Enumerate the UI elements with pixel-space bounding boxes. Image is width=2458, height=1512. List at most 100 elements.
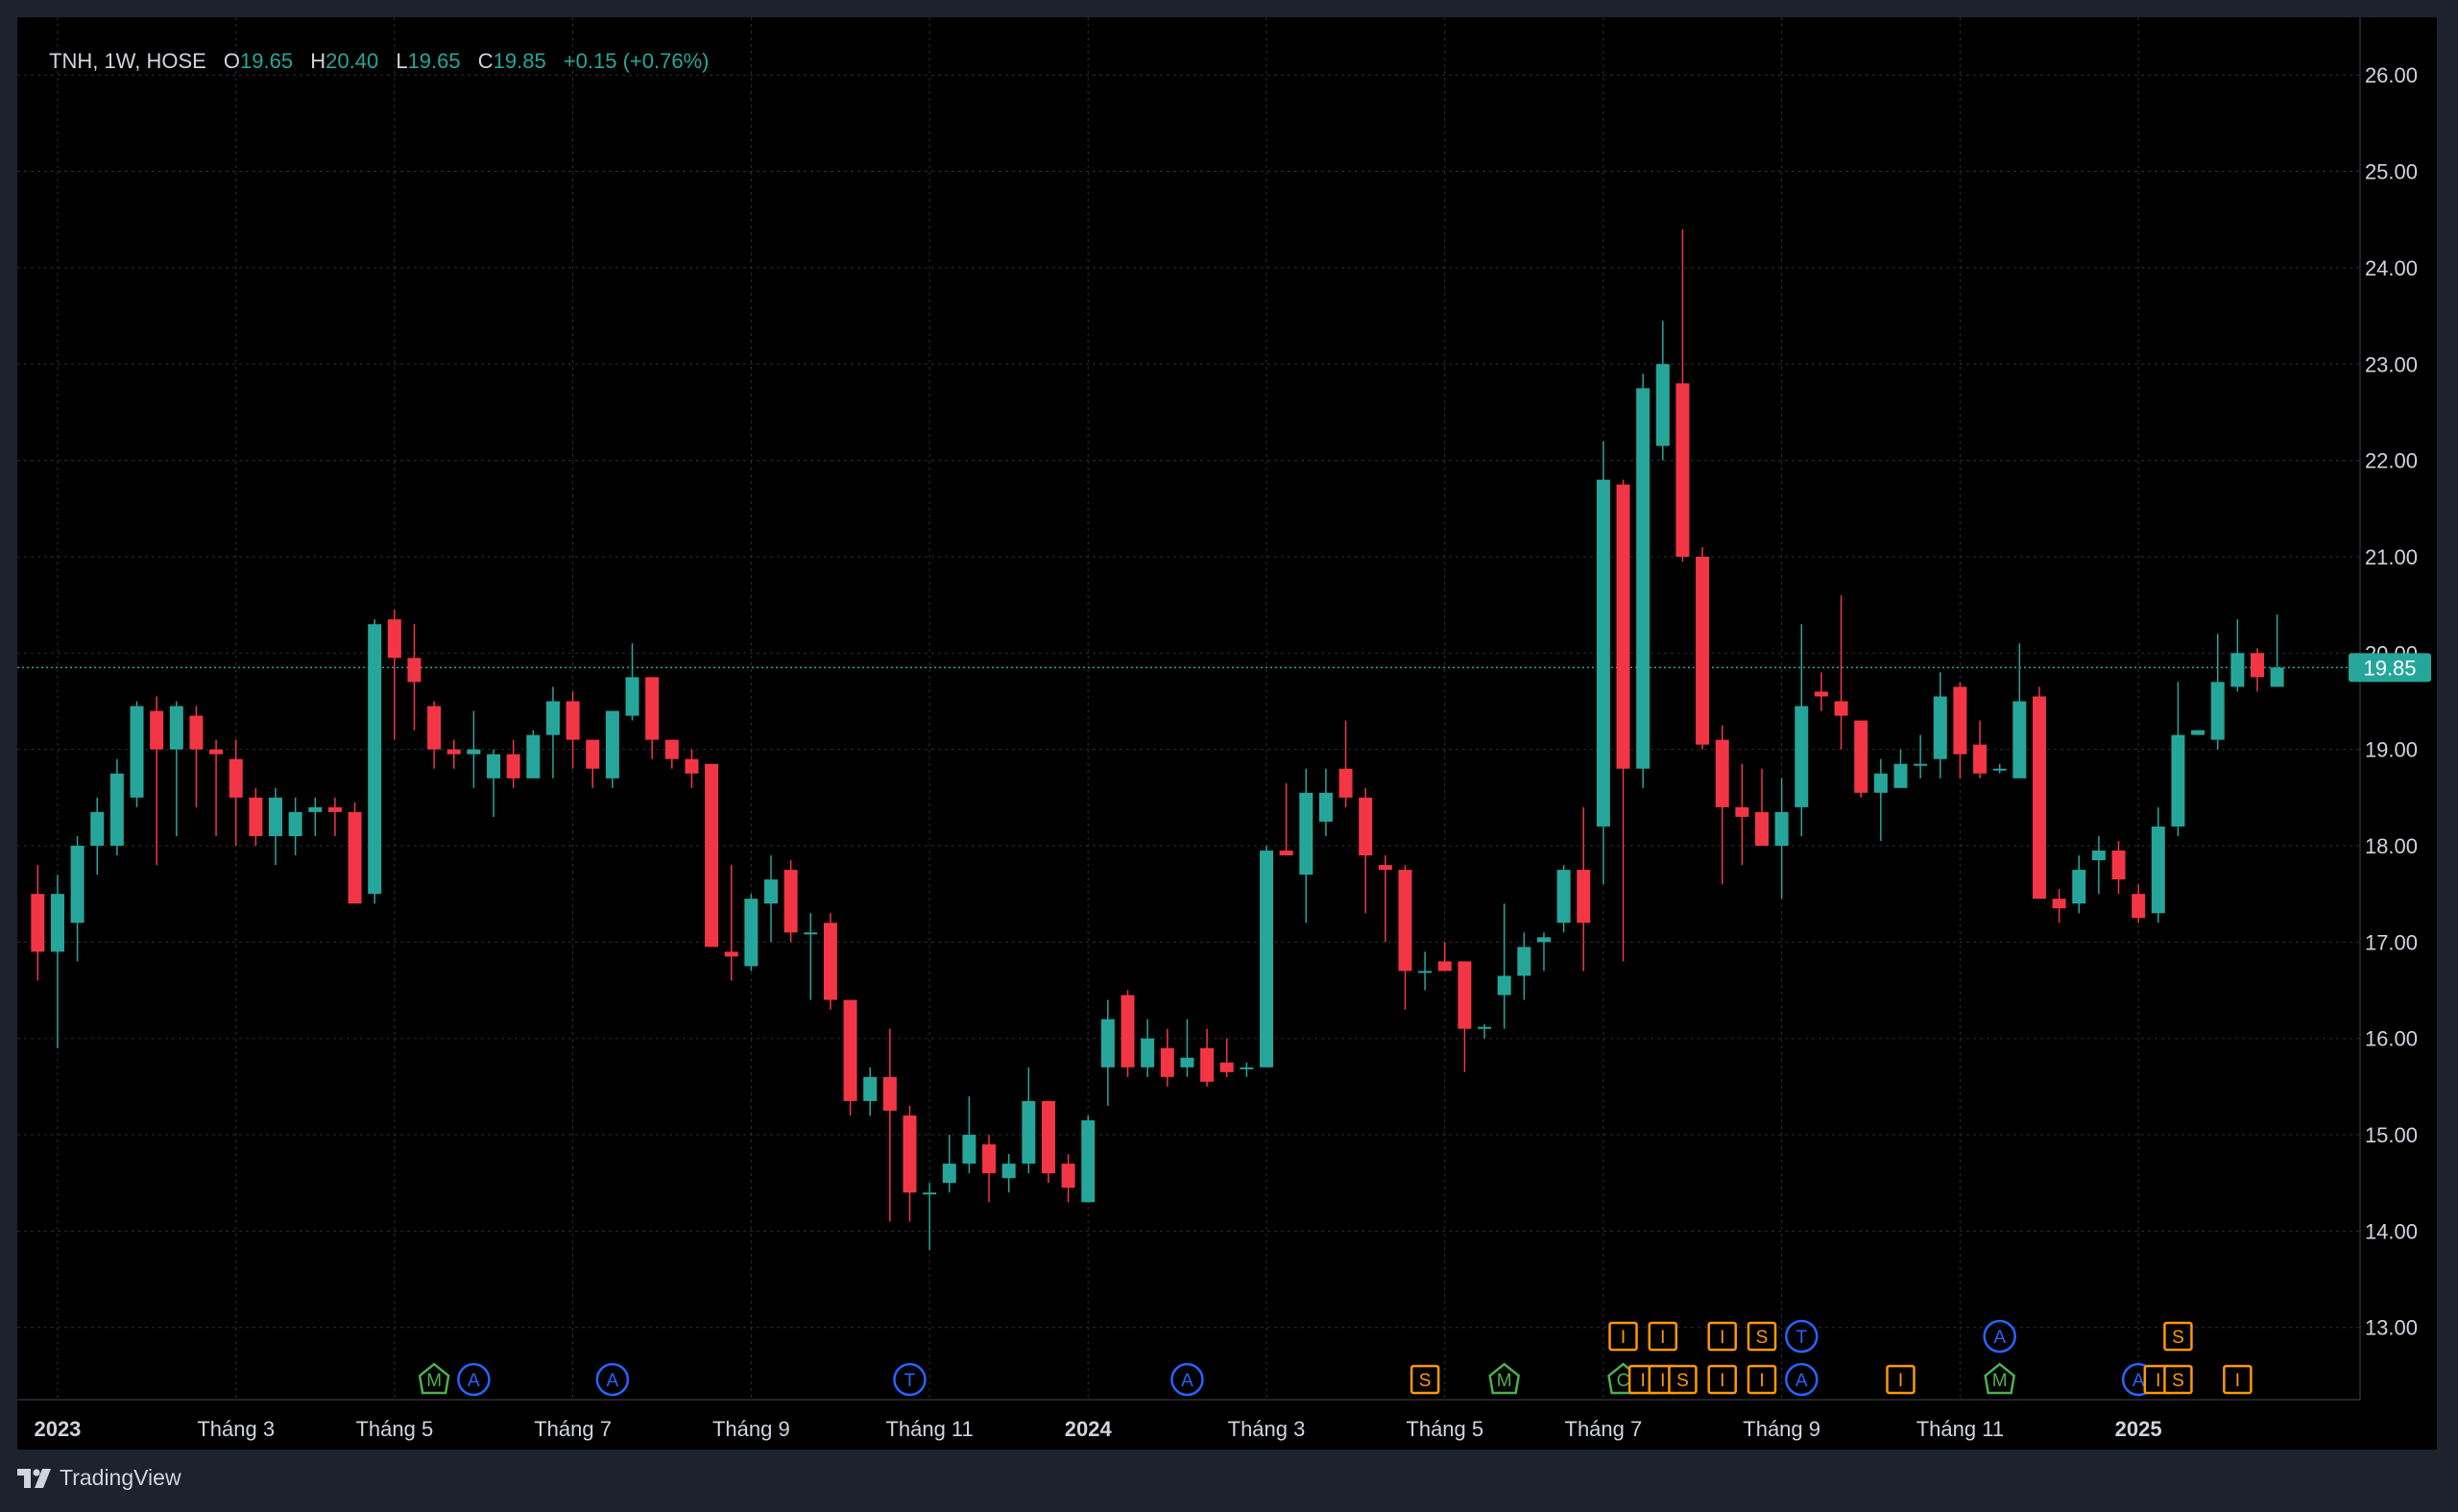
event-marker-a[interactable]: A: [595, 1362, 630, 1397]
candle[interactable]: [566, 691, 580, 769]
candle[interactable]: [545, 686, 560, 779]
candle[interactable]: [664, 739, 679, 769]
candle[interactable]: [308, 797, 323, 836]
candle[interactable]: [1577, 806, 1591, 972]
candle[interactable]: [843, 999, 857, 1116]
candle[interactable]: [1517, 932, 1531, 1000]
event-marker-s[interactable]: S: [1668, 1364, 1698, 1395]
event-marker-a[interactable]: A: [1785, 1362, 1819, 1397]
candle[interactable]: [189, 706, 204, 807]
event-marker-t[interactable]: T: [1785, 1319, 1819, 1354]
candle[interactable]: [1596, 441, 1610, 885]
candle[interactable]: [2210, 634, 2225, 750]
candle[interactable]: [1696, 546, 1710, 750]
candle[interactable]: [407, 624, 422, 731]
candle[interactable]: [70, 835, 84, 962]
candle[interactable]: [487, 749, 501, 817]
candle[interactable]: [1715, 725, 1729, 885]
candle[interactable]: [109, 758, 124, 856]
candle[interactable]: [467, 710, 481, 788]
candle[interactable]: [2111, 840, 2126, 895]
candle[interactable]: [2132, 884, 2146, 924]
event-marker-i[interactable]: I: [2223, 1364, 2253, 1395]
candle[interactable]: [2191, 730, 2205, 735]
candle[interactable]: [1458, 961, 1472, 1072]
candle[interactable]: [1398, 865, 1412, 1010]
candle[interactable]: [327, 797, 342, 836]
candle[interactable]: [783, 860, 798, 943]
candle[interactable]: [526, 730, 541, 779]
candle[interactable]: [1536, 932, 1551, 972]
candle[interactable]: [645, 677, 660, 759]
candlestick-chart[interactable]: M A A T A S M C I I S I I A I M A I S II I I S T A S 13.0014.0015…: [17, 17, 2437, 1450]
event-marker-a[interactable]: A: [1170, 1362, 1204, 1397]
candle[interactable]: [446, 739, 461, 769]
event-marker-i[interactable]: I: [1648, 1321, 1678, 1352]
candle[interactable]: [2230, 619, 2245, 692]
candle[interactable]: [1735, 763, 1749, 866]
candle[interactable]: [705, 763, 719, 948]
event-marker-m[interactable]: M: [1984, 1362, 2016, 1395]
candle[interactable]: [625, 643, 639, 721]
candle[interactable]: [288, 797, 302, 856]
candle[interactable]: [90, 797, 105, 876]
candle[interactable]: [724, 865, 738, 981]
candle[interactable]: [1834, 595, 1848, 750]
event-marker-s[interactable]: S: [1410, 1364, 1440, 1395]
candle[interactable]: [229, 739, 243, 846]
candle[interactable]: [1914, 734, 1928, 779]
event-marker-a[interactable]: A: [457, 1362, 491, 1397]
event-marker-m[interactable]: M: [1488, 1362, 1521, 1395]
candle[interactable]: [2052, 889, 2066, 924]
candle[interactable]: [2012, 643, 2027, 779]
candle[interactable]: [1141, 1019, 1155, 1077]
tradingview-branding[interactable]: TradingView: [17, 1465, 181, 1491]
candle[interactable]: [2251, 648, 2264, 692]
candle[interactable]: [1992, 763, 2007, 774]
candle[interactable]: [605, 710, 619, 788]
candle[interactable]: [1616, 479, 1630, 962]
candle[interactable]: [1240, 1062, 1254, 1077]
candle[interactable]: [1795, 624, 1809, 836]
event-marker-i[interactable]: I: [1886, 1364, 1916, 1395]
event-marker-i[interactable]: I: [1707, 1321, 1737, 1352]
candle[interactable]: [1636, 373, 1651, 788]
event-marker-t[interactable]: T: [893, 1362, 927, 1397]
candle[interactable]: [823, 913, 837, 1010]
candle[interactable]: [923, 1183, 937, 1251]
event-marker-a[interactable]: A: [1983, 1319, 2016, 1354]
candle[interactable]: [2171, 682, 2185, 836]
candle[interactable]: [2151, 806, 2165, 924]
candle[interactable]: [1022, 1067, 1036, 1174]
event-marker-s[interactable]: S: [2163, 1364, 2193, 1395]
candle[interactable]: [1200, 1028, 1215, 1087]
candle[interactable]: [942, 1135, 956, 1193]
chart-panel[interactable]: MAATASMCIISIIAIMAISIIIISTAS 13.00 14.00 15…: [17, 17, 2437, 1450]
candle[interactable]: [882, 1028, 897, 1222]
candle[interactable]: [1774, 778, 1789, 900]
candle[interactable]: [1973, 720, 1988, 779]
candle[interactable]: [1854, 720, 1868, 798]
candle[interactable]: [130, 701, 144, 807]
candle[interactable]: [764, 855, 778, 943]
candle[interactable]: [1338, 720, 1353, 807]
candle[interactable]: [209, 739, 224, 836]
candle[interactable]: [982, 1135, 997, 1203]
candles[interactable]: [31, 228, 2284, 1251]
candle[interactable]: [1497, 903, 1511, 1029]
event-marker-i[interactable]: I: [1608, 1321, 1638, 1352]
candle[interactable]: [1160, 1028, 1174, 1087]
candle[interactable]: [50, 875, 64, 1048]
candle[interactable]: [1933, 672, 1947, 779]
event-markers[interactable]: M A A T A S M C I I S I I A I M A I S II I I S T A S: [418, 1319, 2253, 1397]
candle[interactable]: [586, 739, 600, 788]
candle[interactable]: [269, 787, 282, 866]
candle[interactable]: [1318, 768, 1333, 836]
candle[interactable]: [1100, 999, 1115, 1106]
candle[interactable]: [150, 696, 164, 866]
candle[interactable]: [1675, 228, 1690, 562]
candle[interactable]: [744, 894, 759, 972]
candle[interactable]: [1081, 1115, 1096, 1203]
candle[interactable]: [1755, 768, 1769, 846]
candle[interactable]: [1378, 855, 1392, 943]
